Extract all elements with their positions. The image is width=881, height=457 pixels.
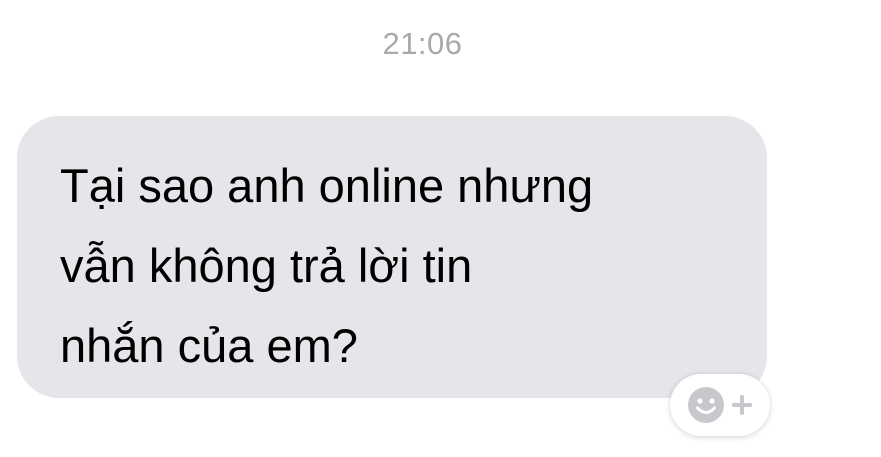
plus-icon [731,394,753,416]
message-bubble-incoming[interactable]: Tại sao anh online nhưng vẫn không trả l… [17,116,767,398]
message-text: Tại sao anh online nhưng vẫn không trả l… [60,159,594,372]
smiley-icon [687,386,725,424]
add-reaction-button[interactable] [670,374,770,436]
message-timestamp: 21:06 [382,26,463,61]
